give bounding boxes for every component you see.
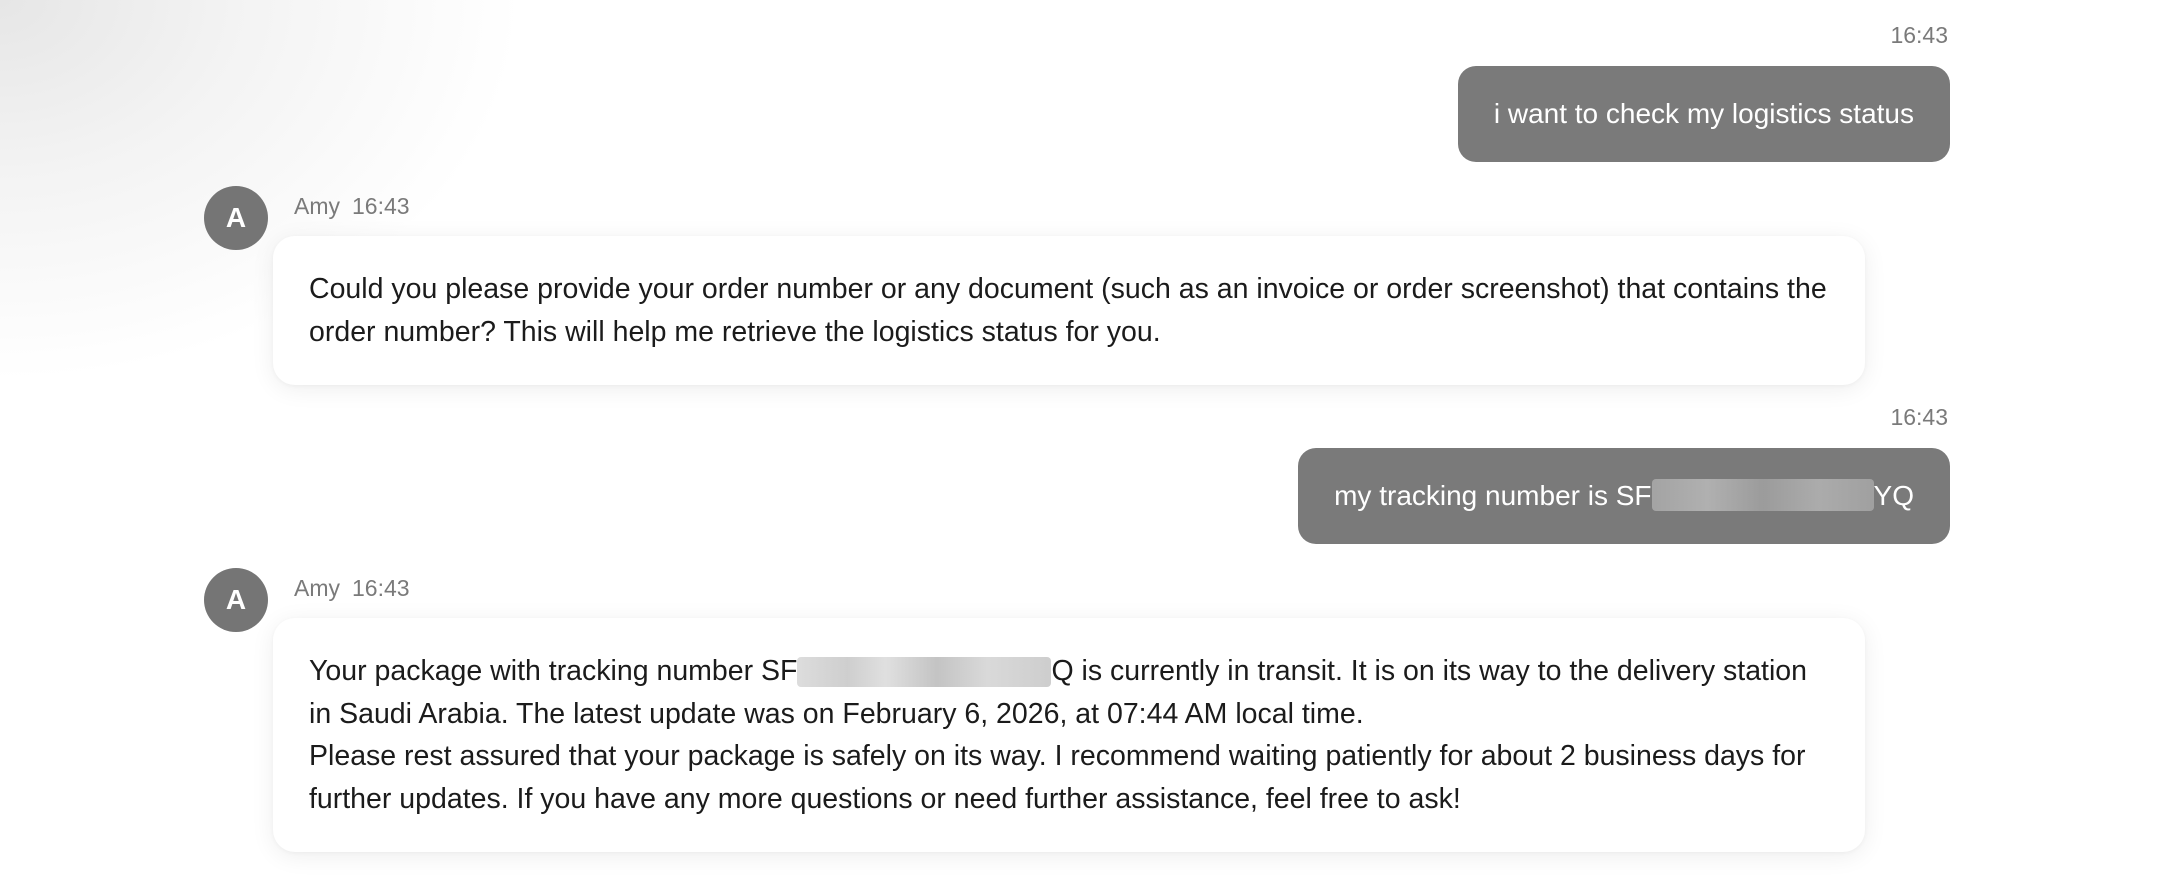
user-message-text-end: YQ	[1873, 480, 1914, 511]
user-message-text: i want to check my logistics status	[1493, 98, 1914, 129]
agent-message-bubble[interactable]: Could you please provide your order numb…	[273, 236, 1865, 385]
message-timestamp: 16:43	[1890, 22, 1948, 48]
agent-message-bubble[interactable]: Your package with tracking number SF Q is…	[273, 618, 1865, 852]
message-timestamp: 16:43	[352, 575, 410, 601]
user-message-text-start: my tracking number is SF	[1334, 480, 1652, 511]
agent-avatar: A	[204, 186, 268, 250]
agent-name: Amy	[294, 575, 340, 601]
user-message-bubble[interactable]: my tracking number is SF YQ	[1298, 448, 1950, 544]
agent-avatar: A	[204, 568, 268, 632]
user-message-bubble[interactable]: i want to check my logistics status	[1457, 66, 1950, 162]
redacted-tracking-number	[797, 657, 1052, 688]
chat-thread[interactable]: 16:43 i want to check my logistics statu…	[0, 0, 2168, 882]
message-timestamp: 16:43	[352, 193, 410, 219]
message-timestamp: 16:43	[1890, 404, 1948, 430]
agent-message-meta: Amy 16:43	[294, 193, 410, 220]
agent-name: Amy	[294, 193, 340, 219]
agent-message-text-start: Your package with tracking number SF	[309, 655, 798, 687]
agent-message-text: Could you please provide your order numb…	[309, 273, 1827, 348]
agent-message-paragraph-2: Please rest assured that your package is…	[309, 740, 1806, 815]
agent-message-meta: Amy 16:43	[294, 575, 410, 602]
agent-message-paragraph-1: Your package with tracking number SF Q is…	[309, 650, 1829, 735]
redacted-tracking-number	[1651, 478, 1874, 511]
